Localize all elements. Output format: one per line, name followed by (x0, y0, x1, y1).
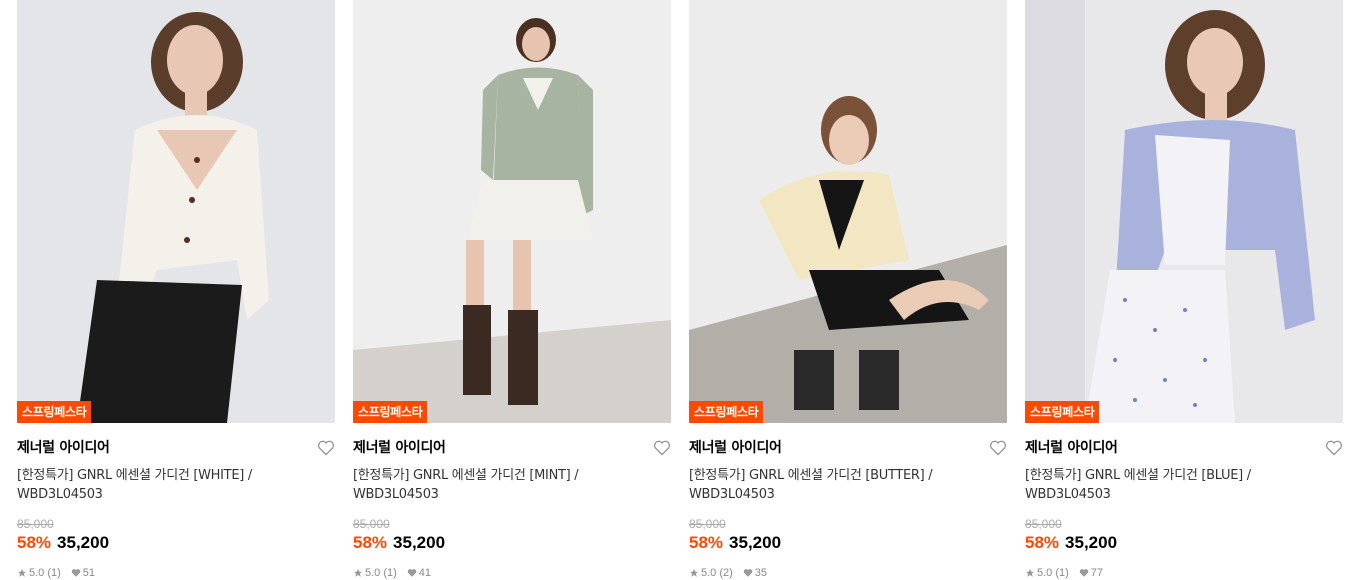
rating-likes: 5.0 (2) 35 (689, 566, 1007, 580)
promo-badge: 스프링페스타 (17, 401, 92, 423)
product-image[interactable]: 스프링페스타 (689, 0, 1007, 423)
price-line: 58% 35,200 (689, 532, 1007, 554)
product-title[interactable]: [한정특가] GNRL 에센셜 가디건 [BUTTER] / WBD3L0450… (689, 466, 979, 504)
product-card[interactable]: 스프링페스타 제너럴 아이디어 [한정특가] GNRL 에센셜 가디건 [WHI… (17, 0, 335, 580)
heart-icon[interactable] (989, 440, 1007, 456)
product-info: 제너럴 아이디어 [한정특가] GNRL 에센셜 가디건 [BUTTER] / … (689, 423, 1007, 580)
product-photo-illustration (1025, 0, 1343, 423)
product-image[interactable]: 스프링페스타 (17, 0, 335, 423)
heart-icon[interactable] (317, 440, 335, 456)
product-info: 제너럴 아이디어 [한정특가] GNRL 에센셜 가디건 [MINT] / WB… (353, 423, 671, 580)
star-icon (1025, 568, 1035, 577)
heart-icon[interactable] (1325, 440, 1343, 456)
product-card[interactable]: 스프링페스타 제너럴 아이디어 [한정특가] GNRL 에센셜 가디건 [BUT… (689, 0, 1007, 580)
heart-filled-icon (1079, 569, 1089, 577)
rating-likes: 5.0 (1) 77 (1025, 566, 1343, 580)
rating-text: 5.0 (2) (701, 567, 733, 579)
discount-rate: 58% (353, 533, 388, 552)
sale-price: 35,200 (1065, 533, 1118, 552)
likes-count: 77 (1090, 567, 1104, 579)
likes-group: 41 (407, 566, 431, 580)
product-card[interactable]: 스프링페스타 제너럴 아이디어 [한정특가] GNRL 에센셜 가디건 [BLU… (1025, 0, 1343, 580)
likes-group: 77 (1079, 566, 1103, 580)
product-info: 제너럴 아이디어 [한정특가] GNRL 에센셜 가디건 [BLUE] / WB… (1025, 423, 1343, 580)
likes-count: 51 (82, 567, 96, 579)
product-image[interactable]: 스프링페스타 (1025, 0, 1343, 423)
product-title[interactable]: [한정특가] GNRL 에센셜 가디건 [WHITE] / WBD3L04503 (17, 466, 307, 504)
star-icon (353, 568, 363, 577)
product-title[interactable]: [한정특가] GNRL 에센셜 가디건 [MINT] / WBD3L04503 (353, 466, 643, 504)
sale-price: 35,200 (57, 533, 110, 552)
star-icon (17, 568, 27, 577)
price-line: 58% 35,200 (1025, 532, 1343, 554)
price-line: 58% 35,200 (17, 532, 335, 554)
rating-likes: 5.0 (1) 51 (17, 566, 335, 580)
brand-name[interactable]: 제너럴 아이디어 (17, 439, 335, 457)
brand-name[interactable]: 제너럴 아이디어 (689, 439, 1007, 457)
product-photo-illustration (17, 0, 335, 423)
promo-badge: 스프링페스타 (689, 401, 764, 423)
original-price: 85,000 (689, 517, 726, 531)
sale-price: 35,200 (729, 533, 782, 552)
heart-filled-icon (71, 569, 81, 577)
price-line: 58% 35,200 (353, 532, 671, 554)
product-info: 제너럴 아이디어 [한정특가] GNRL 에센셜 가디건 [WHITE] / W… (17, 423, 335, 580)
promo-badge: 스프링페스타 (353, 401, 428, 423)
product-title[interactable]: [한정특가] GNRL 에센셜 가디건 [BLUE] / WBD3L04503 (1025, 466, 1315, 504)
rating-likes: 5.0 (1) 41 (353, 566, 671, 580)
original-price: 85,000 (17, 517, 54, 531)
product-grid: 스프링페스타 제너럴 아이디어 [한정특가] GNRL 에센셜 가디건 [WHI… (17, 0, 1343, 580)
product-image[interactable]: 스프링페스타 (353, 0, 671, 423)
likes-count: 35 (754, 567, 768, 579)
promo-badge: 스프링페스타 (1025, 401, 1100, 423)
heart-icon[interactable] (653, 440, 671, 456)
original-price: 85,000 (353, 517, 390, 531)
original-price: 85,000 (1025, 517, 1062, 531)
likes-group: 51 (71, 566, 95, 580)
star-icon (689, 568, 699, 577)
product-photo-illustration (353, 0, 671, 423)
product-card[interactable]: 스프링페스타 제너럴 아이디어 [한정특가] GNRL 에센셜 가디건 [MIN… (353, 0, 671, 580)
likes-count: 41 (418, 567, 432, 579)
likes-group: 35 (743, 566, 767, 580)
discount-rate: 58% (17, 533, 52, 552)
rating-text: 5.0 (1) (1037, 567, 1069, 579)
heart-filled-icon (743, 569, 753, 577)
heart-filled-icon (407, 569, 417, 577)
discount-rate: 58% (689, 533, 724, 552)
discount-rate: 58% (1025, 533, 1060, 552)
product-photo-illustration (689, 0, 1007, 423)
rating-text: 5.0 (1) (365, 567, 397, 579)
brand-name[interactable]: 제너럴 아이디어 (1025, 439, 1343, 457)
brand-name[interactable]: 제너럴 아이디어 (353, 439, 671, 457)
rating-text: 5.0 (1) (29, 567, 61, 579)
sale-price: 35,200 (393, 533, 446, 552)
